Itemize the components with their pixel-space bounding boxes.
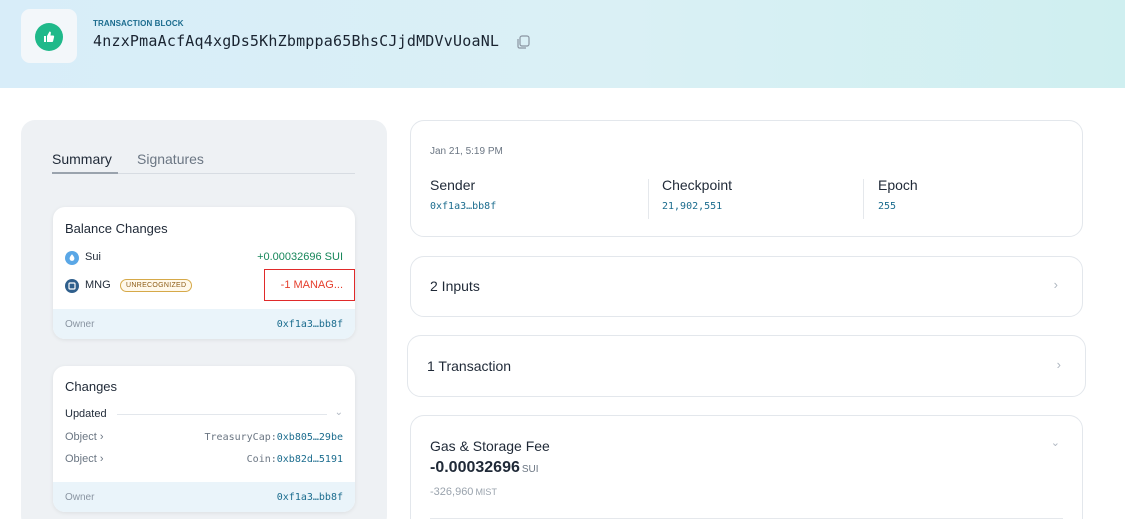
divider	[863, 179, 864, 219]
owner-label: Owner	[65, 319, 95, 330]
coin-name-sui: Sui	[85, 251, 101, 263]
gas-mist-value: -326,960	[430, 486, 474, 498]
gas-storage-fee-section: Gas & Storage Fee ⌄ -0.00032696 SUI -326,…	[410, 415, 1083, 519]
gas-unit: SUI	[521, 464, 539, 475]
epoch-link[interactable]: 255	[878, 201, 918, 212]
epoch-label: Epoch	[878, 177, 918, 193]
divider	[648, 179, 649, 219]
unrecognized-badge: UNRECOGNIZED	[120, 279, 193, 292]
checkpoint-field: Checkpoint 21,902,551	[662, 177, 732, 212]
coin-name-mng: MNG	[85, 279, 111, 291]
transaction-kind-label: TRANSACTION BLOCK	[93, 19, 184, 28]
transaction-header: TRANSACTION BLOCK 4nzxPmaAcfAq4xgDs5KhZb…	[0, 0, 1125, 88]
sender-label: Sender	[430, 177, 476, 193]
checkpoint-link[interactable]: 21,902,551	[662, 201, 732, 212]
owner-label: Owner	[65, 492, 95, 503]
coin-icon	[65, 279, 79, 293]
timestamp: Jan 21, 5:19 PM	[430, 146, 503, 157]
transactions-section[interactable]: 1 Transaction ›	[407, 335, 1086, 397]
object-id[interactable]: TreasuryCap:0xb805…29be	[205, 432, 343, 443]
object-link[interactable]: Object ›	[65, 453, 104, 465]
changes-title: Changes	[65, 379, 118, 394]
gas-mist-unit: MIST	[475, 487, 497, 497]
object-hash: 0xb805…29be	[276, 432, 343, 443]
object-id[interactable]: Coin:0xb82d…5191	[247, 454, 343, 465]
changes-card: Changes Updated ⌄ Object › TreasuryCap:0…	[53, 366, 355, 512]
owner-row: Owner 0xf1a3…bb8f	[53, 309, 355, 339]
balance-changes-card: Balance Changes Sui +0.00032696 SUI MNG …	[53, 207, 355, 339]
transactions-title: 1 Transaction	[427, 358, 512, 374]
transaction-status-badge	[21, 9, 77, 63]
gas-amount: -0.00032696 SUI	[430, 459, 539, 477]
thumbs-up-icon	[35, 23, 63, 51]
object-type: Coin:	[246, 454, 277, 465]
tab-signatures[interactable]: Signatures	[137, 151, 204, 167]
tab-summary[interactable]: Summary	[52, 151, 112, 167]
updated-label: Updated	[65, 408, 107, 420]
owner-address-link[interactable]: 0xf1a3…bb8f	[277, 319, 343, 330]
updated-divider	[117, 414, 327, 415]
chevron-down-icon[interactable]: ⌄	[1051, 436, 1060, 449]
checkpoint-label: Checkpoint	[662, 177, 733, 193]
owner-row: Owner 0xf1a3…bb8f	[53, 482, 355, 512]
gas-amount-value: -0.00032696	[430, 459, 520, 476]
transaction-meta-card: Jan 21, 5:19 PM Sender 0xf1a3…bb8f Check…	[410, 120, 1083, 237]
balance-amount-mng: -1 MANAG...	[280, 279, 343, 291]
sui-coin-icon	[65, 251, 79, 265]
epoch-field: Epoch 255	[878, 177, 918, 212]
gas-title: Gas & Storage Fee	[430, 438, 550, 454]
inputs-section[interactable]: 2 Inputs ›	[410, 256, 1083, 317]
transaction-digest: 4nzxPmaAcfAq4xgDs5KhZbmppa65BhsCJjdMDVvU…	[93, 32, 500, 50]
object-link[interactable]: Object ›	[65, 431, 104, 443]
copy-icon[interactable]	[515, 34, 531, 50]
gas-mist: -326,960 MIST	[430, 486, 497, 498]
chevron-right-icon: ›	[1053, 277, 1058, 292]
object-hash: 0xb82d…5191	[276, 454, 343, 465]
sender-field: Sender 0xf1a3…bb8f	[430, 177, 496, 212]
balance-changes-title: Balance Changes	[65, 221, 168, 236]
inputs-title: 2 Inputs	[430, 278, 480, 294]
chevron-right-icon: ›	[1056, 357, 1061, 372]
balance-amount-sui: +0.00032696 SUI	[257, 251, 343, 263]
owner-address-link[interactable]: 0xf1a3…bb8f	[277, 492, 343, 503]
sender-address-link[interactable]: 0xf1a3…bb8f	[430, 201, 496, 212]
tab-active-indicator	[52, 172, 118, 174]
chevron-down-icon[interactable]: ⌄	[335, 407, 343, 418]
object-type: TreasuryCap:	[204, 432, 277, 443]
